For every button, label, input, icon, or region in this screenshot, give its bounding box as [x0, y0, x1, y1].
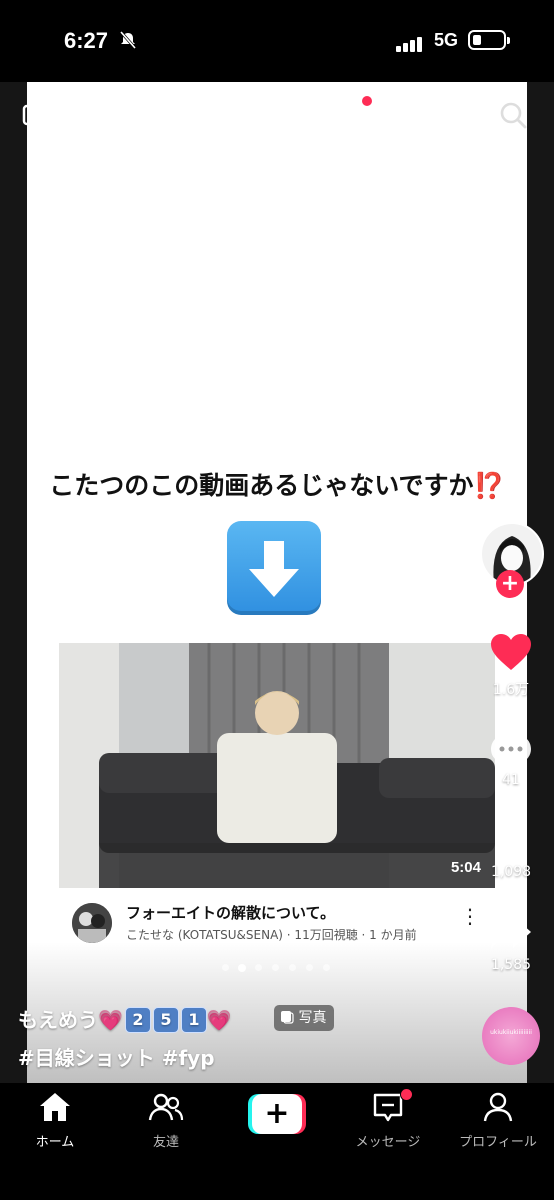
bookmark-icon[interactable]	[492, 822, 532, 864]
heart-emoji: 💗	[206, 1008, 232, 1032]
carousel-indicator	[222, 962, 332, 972]
channel-avatar[interactable]	[72, 903, 112, 943]
embedded-video-title[interactable]: フォーエイトの解散について。	[126, 902, 335, 923]
nav-friends[interactable]: 友達	[116, 1091, 216, 1150]
tab-drama[interactable]: ドラマ	[84, 96, 144, 125]
music-disc[interactable]: ukiukiiukiiiiiiiii	[482, 1007, 540, 1065]
status-bar: 6:27 5G	[0, 0, 554, 82]
nav-label: プロフィール	[459, 1135, 537, 1150]
shop-notification-dot	[362, 96, 372, 106]
more-options-icon[interactable]: ⋮	[460, 904, 480, 928]
nav-label: ホーム	[35, 1135, 75, 1150]
keycap-emoji: 1	[180, 1007, 207, 1033]
nav-home[interactable]: ホーム	[5, 1091, 105, 1150]
search-icon[interactable]	[498, 100, 528, 130]
heart-icon[interactable]	[489, 632, 533, 672]
share-count: 1,585	[490, 957, 532, 973]
like-count: 1.6万	[492, 682, 530, 698]
battery-icon	[468, 30, 506, 50]
follow-button[interactable]: +	[496, 570, 524, 598]
friends-icon	[148, 1093, 184, 1121]
plus-icon: +	[252, 1094, 302, 1134]
tab-following[interactable]: フォロー中	[150, 96, 250, 125]
message-notification-dot	[400, 1088, 413, 1101]
create-button[interactable]: +	[248, 1094, 306, 1134]
bell-muted-icon	[119, 31, 137, 49]
tab-for-you[interactable]: おすすめ	[386, 96, 466, 125]
comment-count: 41	[502, 772, 520, 788]
embedded-video-thumbnail[interactable]: 5:04	[59, 643, 495, 888]
caption-username[interactable]: もえめう💗 2 5 1 💗	[18, 1004, 232, 1033]
home-icon	[40, 1093, 70, 1121]
share-icon[interactable]	[489, 912, 533, 952]
down-arrow-icon	[227, 521, 321, 615]
keycap-emoji: 2	[124, 1007, 151, 1033]
network-type: 5G	[434, 30, 459, 50]
signal-icon	[396, 33, 424, 52]
photo-icon	[281, 1011, 294, 1024]
tab-shop[interactable]: ショップ	[280, 96, 360, 125]
status-time: 6:27	[64, 28, 109, 53]
active-tab-indicator	[413, 136, 447, 139]
profile-icon	[483, 1092, 513, 1122]
nav-messages[interactable]: メッセージ	[338, 1091, 438, 1150]
nav-label: 友達	[152, 1135, 179, 1150]
nav-profile[interactable]: プロフィール	[448, 1091, 548, 1150]
photo-badge: 写真	[274, 1005, 335, 1031]
save-count: 1,098	[490, 864, 532, 880]
heart-emoji: 💗	[98, 1008, 123, 1032]
embedded-video-info[interactable]: フォーエイトの解散について。 こたせな (KOTATSU&SENA) · 11万…	[72, 900, 492, 946]
exclamation-question-emoji: ⁉️	[473, 471, 505, 500]
keycap-emoji: 5	[152, 1007, 179, 1033]
comment-icon[interactable]	[489, 730, 533, 770]
post-headline: こたつのこの動画あるじゃないですか⁉️	[49, 471, 505, 500]
nav-label: メッセージ	[355, 1135, 421, 1150]
embedded-video-meta: こたせな (KOTATSU&SENA) · 11万回視聴 · 1 か月前	[126, 928, 417, 942]
caption-hashtags[interactable]: #目線ショット #fyp	[18, 1042, 215, 1071]
top-tabs: ドラマ フォロー中 ショップ おすすめ	[0, 96, 554, 136]
